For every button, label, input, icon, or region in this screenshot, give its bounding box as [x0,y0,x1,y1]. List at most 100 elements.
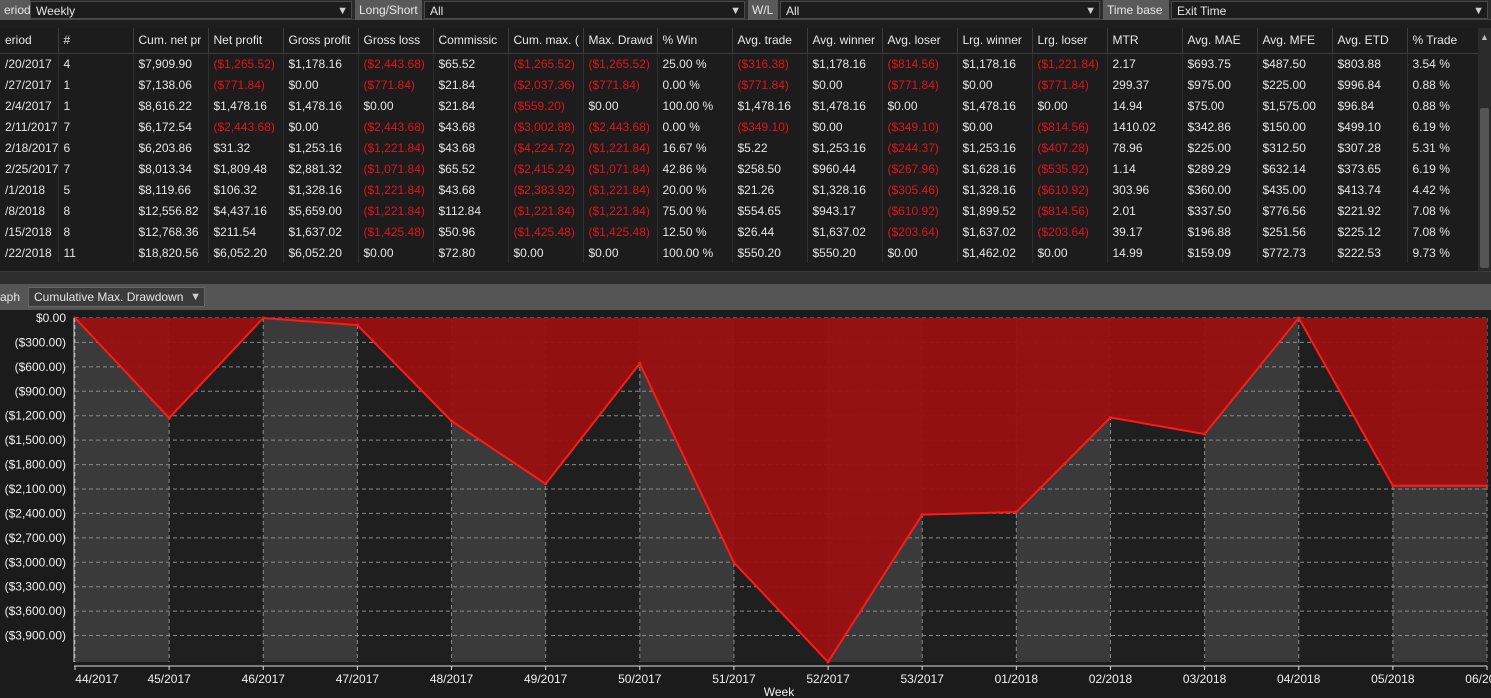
x-tick-label: 52/2017 [806,672,850,686]
wl-select[interactable]: All ▼ [780,1,1100,19]
table-cell: $554.65 [732,200,808,221]
table-cell: $0.00 [882,95,958,116]
column-header[interactable]: Lrg. winner [957,28,1033,54]
table-cell: 16.67 % [657,137,733,158]
column-header[interactable]: MTR [1107,28,1183,54]
table-cell: 4 [58,53,134,74]
table-scrollbar[interactable]: ▲ [1478,28,1491,271]
table-row[interactable]: 2/25/2017 7 $8,013.34 $1,809.48 $2,881.32 ($1… [0,158,1478,179]
table-row[interactable]: /22/2018 11 $18,820.56 $6,052.20 $6,052.20 $0… [0,242,1478,263]
column-header[interactable]: Avg. ETD [1332,28,1408,54]
column-header[interactable]: Avg. MAE [1182,28,1258,54]
pane-splitter[interactable] [0,271,1491,284]
table-cell: $0.00 [1032,242,1108,263]
column-header[interactable]: Avg. winner [807,28,883,54]
table-row[interactable]: /8/2018 8 $12,556.82 $4,437.16 $5,659.00 ($1,… [0,200,1478,221]
column-header[interactable]: Avg. trade [732,28,808,54]
period-select[interactable]: Weekly ▼ [30,1,352,19]
table-cell: 0.88 % [1407,95,1478,116]
table-cell: $1,628.16 [957,158,1033,179]
column-header[interactable]: Lrg. loser [1032,28,1108,54]
column-header[interactable]: Avg. MFE [1257,28,1333,54]
table-cell: $499.10 [1332,116,1408,137]
table-cell: /27/2017 [0,74,59,95]
x-tick-label: 01/2018 [995,672,1039,686]
table-cell: $803.88 [1332,53,1408,74]
table-row[interactable]: /20/2017 4 $7,909.90 ($1,265.52) $1,178.16 ($… [0,53,1478,74]
x-tick-label: 50/2017 [618,672,662,686]
column-header[interactable]: Avg. loser [882,28,958,54]
table-cell: $21.84 [433,74,509,95]
table-cell: ($610.92) [882,200,958,221]
table-cell: $65.52 [433,158,509,179]
column-header[interactable]: Commissic [433,28,509,54]
column-header[interactable]: Max. Drawd [583,28,658,54]
table-cell: $6,203.86 [133,137,209,158]
timebase-select[interactable]: Exit Time ▼ [1171,1,1488,19]
column-header[interactable]: eriod [0,28,59,54]
y-tick-label: ($1,200.00) [5,409,66,423]
table-cell: $360.00 [1182,179,1258,200]
scroll-up-icon[interactable]: ▲ [1478,32,1491,42]
y-tick-label: ($600.00) [15,360,66,374]
table-cell: $943.17 [807,200,883,221]
table-cell: ($305.46) [882,179,958,200]
column-header[interactable]: Gross loss [358,28,434,54]
table-cell: ($771.84) [358,74,434,95]
column-header[interactable]: % Win [657,28,733,54]
column-header[interactable]: Gross profit [283,28,359,54]
table-cell: 78.96 [1107,137,1183,158]
table-cell: $1,328.16 [957,179,1033,200]
table-cell: /20/2017 [0,53,59,74]
table-cell: ($1,221.84) [358,179,434,200]
table-row[interactable]: /15/2018 8 $12,768.36 $211.54 $1,637.02 ($1,4… [0,221,1478,242]
data-point [1485,484,1489,488]
column-header[interactable]: % Trade [1407,28,1478,54]
table-cell: ($2,037.36) [508,74,584,95]
table-row[interactable]: 2/18/2017 6 $6,203.86 $31.32 $1,253.16 ($1,22… [0,137,1478,158]
graph-select[interactable]: Cumulative Max. Drawdown ▼ [28,287,205,307]
table-cell: ($814.56) [882,53,958,74]
table-cell: ($1,221.84) [358,137,434,158]
table-cell: $975.00 [1182,74,1258,95]
y-tick-label: ($3,600.00) [5,604,66,618]
x-tick-label: 06/2018 [1465,672,1491,686]
data-point [826,660,830,664]
table-cell: ($2,443.68) [358,53,434,74]
scrollbar-thumb[interactable] [1480,108,1489,268]
table-row[interactable]: /1/2018 5 $8,119.66 $106.32 $1,328.16 ($1,221… [0,179,1478,200]
column-header[interactable]: Cum. max. ( [508,28,584,54]
column-header[interactable]: Net profit [208,28,284,54]
data-point [1014,510,1018,514]
table-cell: $996.84 [1332,74,1408,95]
table-cell: $1,899.52 [957,200,1033,221]
drawdown-chart: $0.00 ($300.00) ($600.00) ($900.00) ($1,200.… [0,310,1491,698]
table-cell: ($349.10) [882,116,958,137]
table-cell: $776.56 [1257,200,1333,221]
chart-band [263,318,358,662]
data-point [732,561,736,565]
period-label: eriod [0,0,30,20]
table-cell: $0.00 [283,74,359,95]
table-cell: 8 [58,200,134,221]
column-header[interactable]: Cum. net pr [133,28,209,54]
table-cell: $251.56 [1257,221,1333,242]
table-row[interactable]: /27/2017 1 $7,138.06 ($771.84) $0.00 ($771.84… [0,74,1478,95]
table-cell: ($244.37) [882,137,958,158]
table-cell: ($814.56) [1032,200,1108,221]
table-row[interactable]: 2/11/2017 7 $6,172.54 ($2,443.68) $0.00 ($2,4… [0,116,1478,137]
table-cell: $373.65 [1332,158,1408,179]
longshort-select[interactable]: All ▼ [424,1,745,19]
table-cell: ($1,265.52) [508,53,584,74]
table-cell: $289.29 [1182,158,1258,179]
table-cell: $413.74 [1332,179,1408,200]
table-cell: $0.00 [283,116,359,137]
table-cell: ($771.84) [583,74,658,95]
column-header[interactable]: # [58,28,134,54]
table-cell: 3.54 % [1407,53,1478,74]
table-cell: $693.75 [1182,53,1258,74]
table-row[interactable]: 2/4/2017 1 $8,616.22 $1,478.16 $1,478.16 $0.0… [0,95,1478,116]
table-cell: $225.12 [1332,221,1408,242]
timebase-select-value: Exit Time [1177,4,1227,18]
chevron-down-icon: ▼ [730,5,741,17]
